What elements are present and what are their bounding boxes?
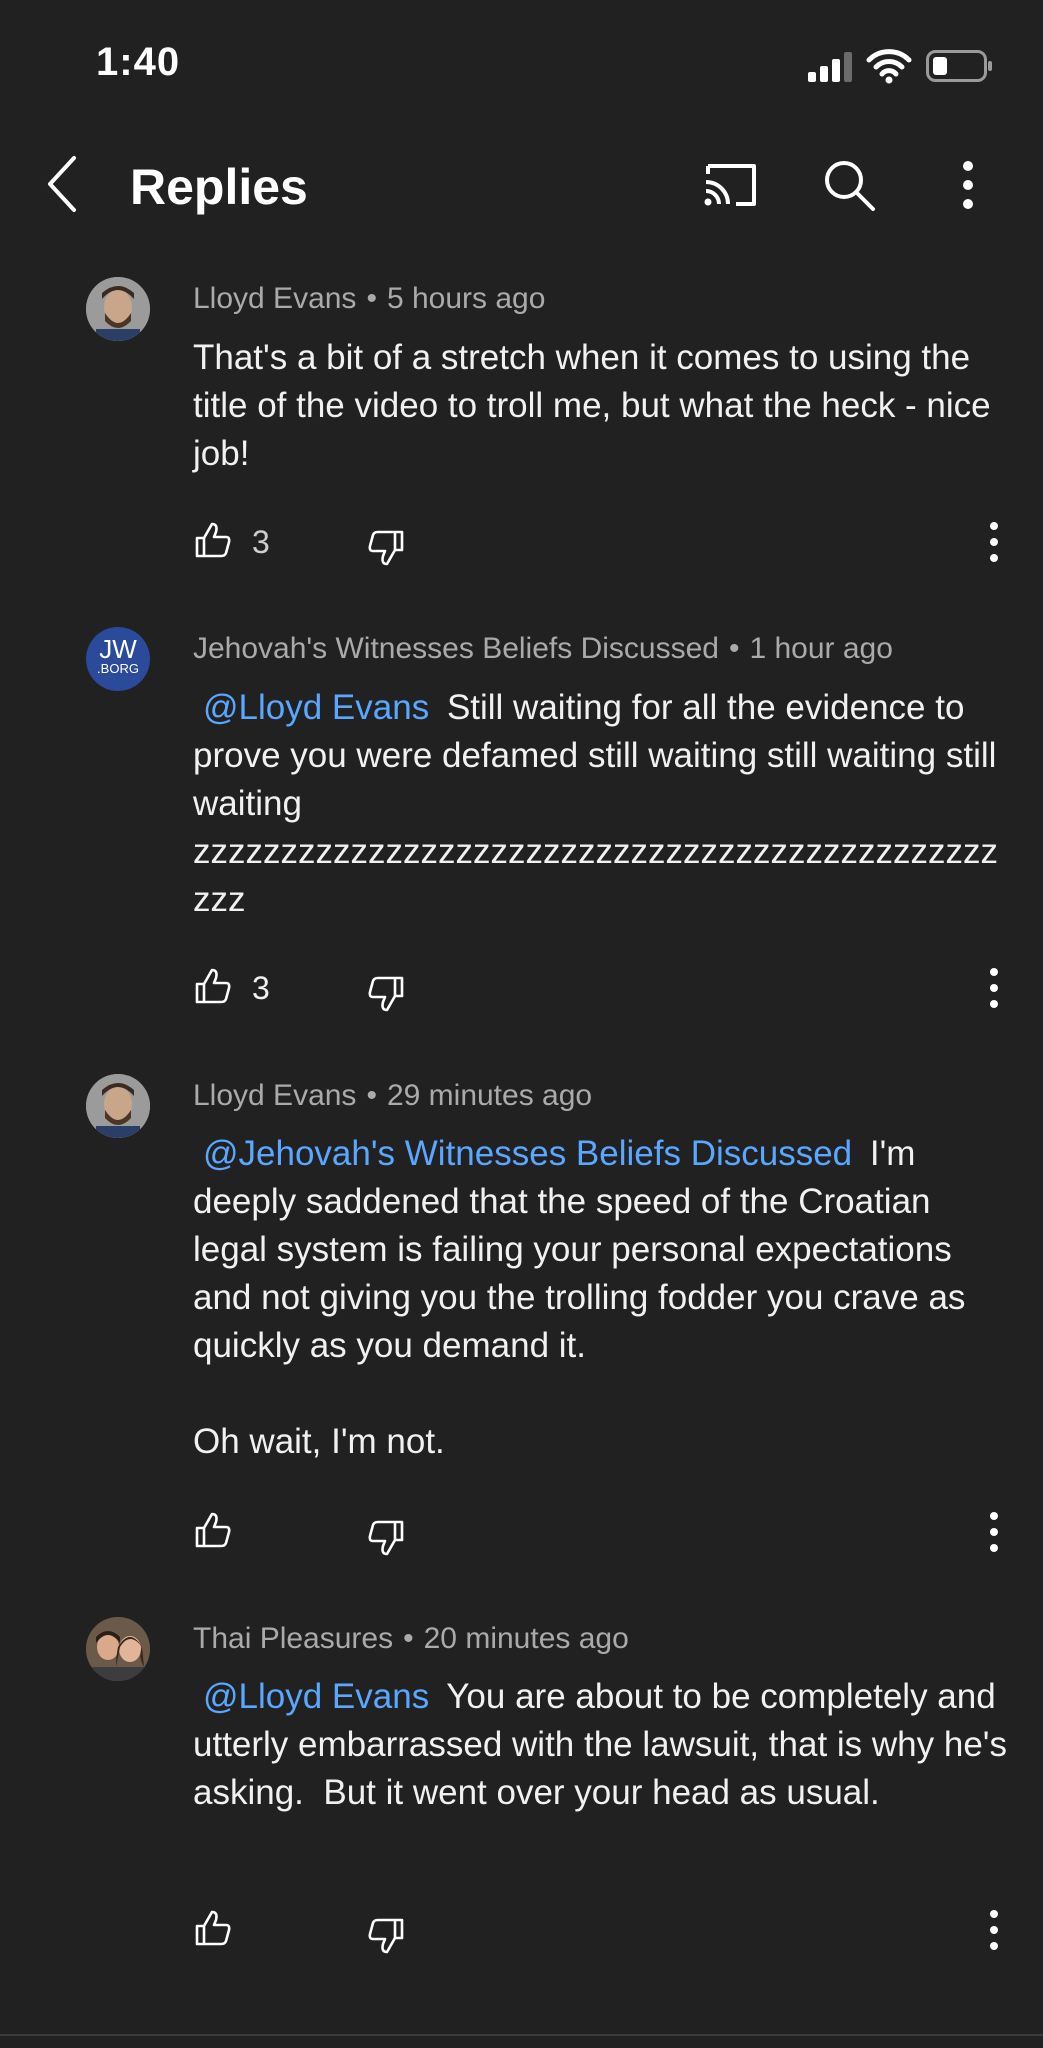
separator-dot: • [728,632,740,665]
back-icon[interactable] [42,154,82,214]
more-vert-icon[interactable] [985,520,1003,564]
avatar[interactable] [86,1617,150,1681]
thumb-up-icon[interactable] [193,966,233,1006]
comment-time: 5 hours ago [386,282,546,315]
thumb-down-icon[interactable] [366,1916,406,1956]
comment-author[interactable]: Lloyd Evans [193,282,356,315]
avatar[interactable] [86,277,150,341]
comment-text: @Jehovah's Witnesses Beliefs Discussed I… [193,1130,1013,1466]
comment-meta: Lloyd Evans • 5 hours ago [193,282,545,316]
like-count: 3 [252,970,270,1006]
comment-meta: Lloyd Evans • 29 minutes ago [193,1079,592,1113]
avatar-photo [86,277,150,341]
thumb-down-icon[interactable] [366,528,406,568]
page-title: Replies [130,159,308,215]
thumb-up-icon[interactable] [193,520,233,560]
thumb-up-icon[interactable] [193,1510,233,1550]
mention-link[interactable]: @Jehovah's Witnesses Beliefs Discussed [193,1134,860,1173]
status-bar: 1:40 [0,0,1043,130]
separator-dot: • [366,1079,377,1112]
search-icon[interactable] [822,158,876,212]
thumb-down-icon[interactable] [366,974,406,1014]
wifi-icon [866,49,912,84]
comment-time: 29 minutes ago [386,1079,593,1112]
signal-icon [808,52,852,82]
like-count: 3 [252,524,270,560]
bottom-divider [0,2034,1043,2036]
comment-time: 20 minutes ago [423,1622,629,1655]
battery-icon [926,50,992,82]
comment-author[interactable]: Jehovah's Witnesses Beliefs Discussed [193,632,719,665]
mention-link[interactable]: @Lloyd Evans [193,1677,437,1716]
comment-text: @Lloyd Evans You are about to be complet… [193,1673,1013,1817]
comment-body: I'm deeply saddened that the speed of th… [193,1134,966,1461]
comment-text: @Lloyd Evans Still waiting for all the e… [193,684,1013,924]
avatar-text-jw: JW [99,634,137,664]
cast-icon[interactable] [702,160,760,210]
more-vert-icon[interactable] [985,966,1003,1010]
comment-time: 1 hour ago [749,632,893,665]
comment-author[interactable]: Lloyd Evans [193,1079,356,1112]
separator-dot: • [366,282,377,315]
more-vert-icon[interactable] [985,1510,1003,1554]
comment-author[interactable]: Thai Pleasures [193,1622,393,1655]
avatar-photo [86,1617,150,1681]
comment-meta: Thai Pleasures • 20 minutes ago [193,1622,629,1656]
comment-text: That's a bit of a stretch when it comes … [193,338,1001,473]
more-vert-icon[interactable] [958,160,978,210]
avatar[interactable]: JW .BORG [86,627,150,691]
avatar[interactable] [86,1074,150,1138]
more-vert-icon[interactable] [985,1908,1003,1952]
avatar-text-org: .BORG [97,661,139,676]
status-time: 1:40 [96,40,181,84]
avatar-photo [86,1074,150,1138]
comment-meta: Jehovah's Witnesses Beliefs Discussed • 1 … [193,632,893,666]
separator-dot: • [403,1622,414,1655]
thumb-up-icon[interactable] [193,1908,233,1948]
thumb-down-icon[interactable] [366,1518,406,1558]
mention-link[interactable]: @Lloyd Evans [193,688,437,727]
